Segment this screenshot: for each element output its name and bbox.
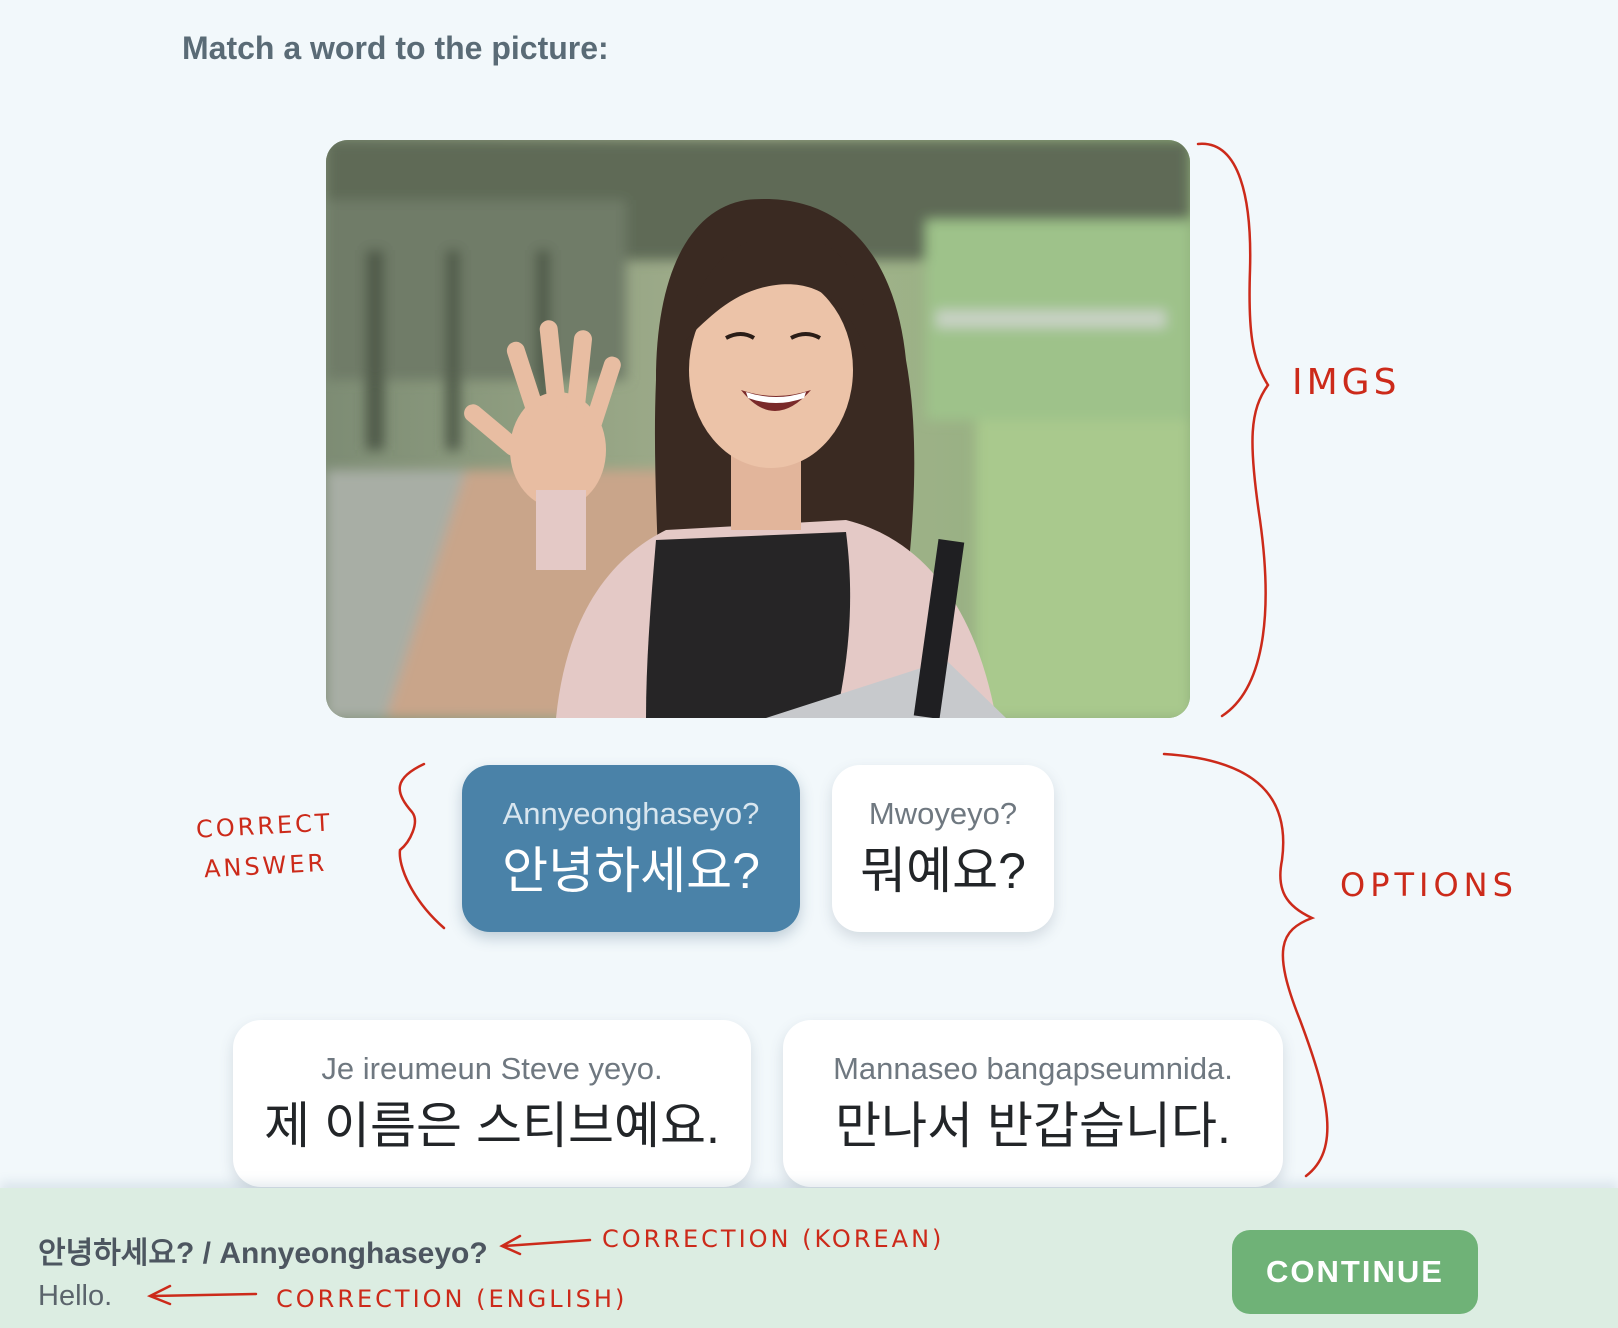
annotation-answer: ANSWER — [203, 848, 328, 884]
option-hangul: 만나서 반갑습니다. — [835, 1097, 1231, 1154]
option-romanization: Je ireumeun Steve yeyo. — [321, 1050, 663, 1086]
option-hangul: 제 이름은 스티브예요. — [264, 1097, 720, 1154]
correct-answer-brace — [398, 762, 446, 930]
correction-korean: 안녕하세요? / Annyeonghaseyo? — [38, 1237, 488, 1270]
exercise-prompt: Match a word to the picture: — [182, 30, 609, 66]
annotation-options: OPTIONS — [1340, 866, 1518, 904]
correction-english: Hello. — [38, 1280, 113, 1312]
annotation-imgs: IMGS — [1292, 362, 1401, 403]
option-hangul: 안녕하세요? — [502, 842, 760, 899]
annotation-correction-korean: CORRECTION (KOREAN) — [602, 1225, 945, 1253]
option-mannaseo-bangapseumnida[interactable]: Mannaseo bangapseumnida. 만나서 반갑습니다. — [783, 1020, 1283, 1187]
option-annyeonghaseyo[interactable]: Annyeonghaseyo? 안녕하세요? — [462, 765, 800, 932]
continue-button[interactable]: CONTINUE — [1232, 1230, 1478, 1314]
option-hangul: 뭐예요? — [860, 842, 1026, 899]
exercise-image — [326, 140, 1190, 718]
annotation-correct: CORRECT — [195, 808, 334, 844]
feedback-bar: 안녕하세요? / Annyeonghaseyo? Hello. CONTINUE — [0, 1188, 1618, 1328]
option-je-ireumeun-steve-yeyo[interactable]: Je ireumeun Steve yeyo. 제 이름은 스티브예요. — [233, 1020, 751, 1187]
option-mwoyeyo[interactable]: Mwoyeyo? 뭐예요? — [832, 765, 1054, 932]
imgs-brace — [1196, 142, 1270, 718]
option-romanization: Annyeonghaseyo? — [502, 795, 760, 831]
option-romanization: Mwoyeyo? — [868, 795, 1018, 831]
option-romanization: Mannaseo bangapseumnida. — [833, 1050, 1233, 1086]
annotation-correction-english: CORRECTION (ENGLISH) — [276, 1285, 628, 1313]
